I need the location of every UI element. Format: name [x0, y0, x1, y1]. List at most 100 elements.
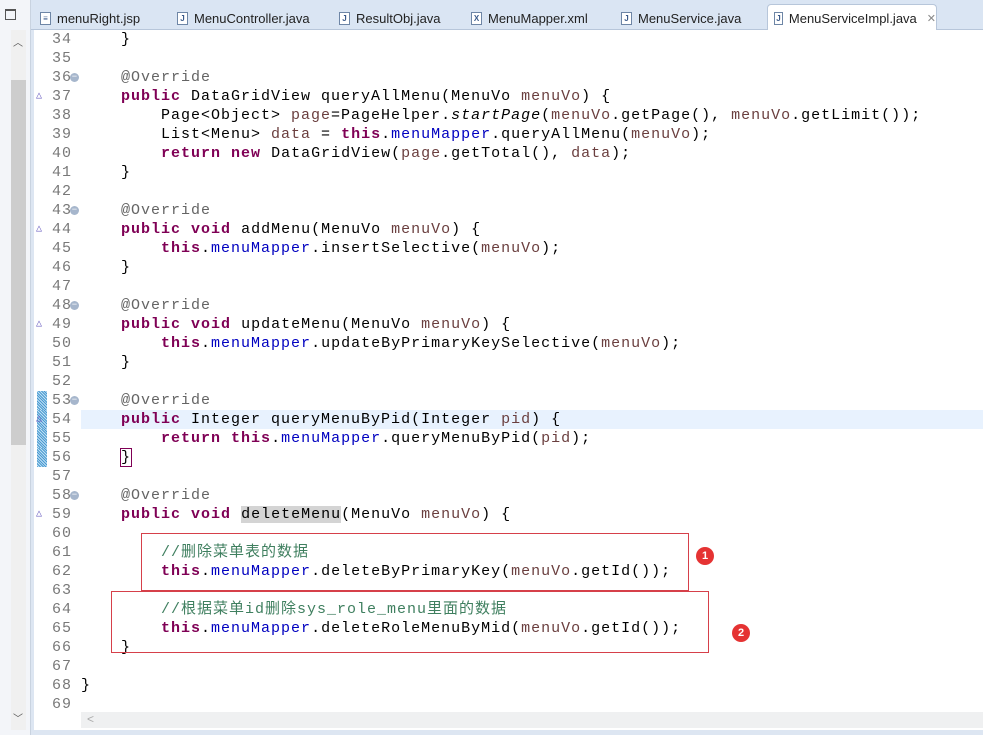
code-token: pid: [501, 411, 532, 428]
code-text: }: [81, 30, 983, 49]
scroll-left-icon[interactable]: <: [87, 712, 94, 726]
change-marker: [37, 448, 47, 467]
code-line[interactable]: 39 List<Menu> data = this.menuMapper.que…: [34, 125, 983, 144]
code-token: menuVo: [421, 316, 482, 333]
code-line[interactable]: 55 return this.menuMapper.queryMenuByPid…: [34, 429, 983, 448]
line-number: 45: [51, 240, 72, 257]
code-token: .: [201, 335, 212, 352]
code-text: return new DataGridView(page.getTotal(),…: [81, 144, 983, 163]
tab-menuservice-java[interactable]: J MenuService.java: [615, 6, 755, 30]
code-text: @Override: [81, 391, 983, 410]
code-token: public: [121, 316, 182, 333]
line-number: 58: [51, 487, 72, 504]
tab-menuright-jsp[interactable]: ≡ menuRight.jsp: [34, 6, 159, 30]
scroll-up-icon[interactable]: ︿: [13, 34, 23, 49]
fold-collapse-icon[interactable]: −: [70, 206, 79, 215]
code-line[interactable]: 38 Page<Object> page=PageHelper.startPag…: [34, 106, 983, 125]
code-token: data: [571, 145, 612, 162]
code-line[interactable]: 34 }: [34, 30, 983, 49]
scrollbar-thumb[interactable]: [11, 80, 26, 445]
code-line[interactable]: 41 }: [34, 163, 983, 182]
line-number: 59: [51, 506, 72, 523]
code-line[interactable]: △ 54 public Integer queryMenuByPid(Intege…: [34, 410, 983, 429]
code-token: this: [161, 240, 202, 257]
code-line[interactable]: 46 }: [34, 258, 983, 277]
code-line[interactable]: 35: [34, 49, 983, 68]
code-token: .insertSelective(: [311, 240, 482, 257]
code-token: void: [191, 221, 232, 238]
annotation-badge-1: 1: [696, 547, 714, 565]
code-line[interactable]: 50 this.menuMapper.updateByPrimaryKeySel…: [34, 334, 983, 353]
line-number: 43: [51, 202, 72, 219]
line-number: 37: [51, 88, 72, 105]
horizontal-scrollbar[interactable]: <: [81, 712, 983, 728]
code-line[interactable]: △ 49 public void updateMenu(MenuVo menuVo…: [34, 315, 983, 334]
code-line[interactable]: 45 this.menuMapper.insertSelective(menuV…: [34, 239, 983, 258]
close-tab-icon[interactable]: ✕: [927, 12, 936, 25]
code-line[interactable]: 40 return new DataGridView(page.getTotal…: [34, 144, 983, 163]
code-token: pid: [541, 430, 572, 447]
code-line[interactable]: 47: [34, 277, 983, 296]
tab-menuserviceimpl-java[interactable]: J MenuServiceImpl.java ✕: [767, 4, 937, 31]
code-token: =: [311, 126, 342, 143]
tab-menumapper-xml[interactable]: X MenuMapper.xml: [465, 6, 605, 30]
tab-resultobj-java[interactable]: J ResultObj.java: [333, 6, 453, 30]
code-token: DataGridView(: [261, 145, 402, 162]
line-number: 49: [51, 316, 72, 333]
code-line[interactable]: 36− @Override: [34, 68, 983, 87]
code-line[interactable]: 57: [34, 467, 983, 486]
tab-menucontroller-java[interactable]: J MenuController.java: [171, 6, 321, 30]
line-number: 66: [51, 639, 72, 656]
code-token: (MenuVo: [341, 506, 422, 523]
code-token: addMenu(MenuVo: [231, 221, 392, 238]
line-number: 54: [51, 411, 72, 428]
code-line[interactable]: 42: [34, 182, 983, 201]
scroll-down-icon[interactable]: ﹀: [13, 710, 23, 725]
fold-collapse-icon[interactable]: −: [70, 491, 79, 500]
annotation-box-1: [141, 533, 689, 591]
code-line[interactable]: △ 59 public void deleteMenu(MenuVo menuVo…: [34, 505, 983, 524]
fold-collapse-icon[interactable]: −: [70, 396, 79, 405]
code-line[interactable]: 48− @Override: [34, 296, 983, 315]
code-token: menuVo: [601, 335, 662, 352]
vertical-scrollbar[interactable]: ︿ ﹀: [11, 30, 26, 730]
code-token: .: [201, 240, 212, 257]
code-text: @Override: [81, 201, 983, 220]
code-line[interactable]: 68}: [34, 676, 983, 695]
tab-label: menuRight.jsp: [57, 10, 141, 26]
code-token: public: [121, 506, 182, 523]
fold-collapse-icon[interactable]: −: [70, 301, 79, 310]
code-token: }: [120, 448, 133, 467]
code-line[interactable]: 51 }: [34, 353, 983, 372]
change-marker: [37, 391, 47, 410]
code-line[interactable]: 53− @Override: [34, 391, 983, 410]
code-line[interactable]: △ 44 public void addMenu(MenuVo menuVo) {: [34, 220, 983, 239]
code-token: ) {: [581, 88, 612, 105]
code-line[interactable]: 43− @Override: [34, 201, 983, 220]
code-token: }: [81, 31, 132, 48]
line-number: 44: [51, 221, 72, 238]
code-token: menuMapper: [281, 430, 382, 447]
code-line[interactable]: △ 37 public DataGridView queryAllMenu(Men…: [34, 87, 983, 106]
code-token: return: [161, 145, 222, 162]
line-number: 38: [51, 107, 72, 124]
code-token: startPage: [451, 107, 542, 124]
code-token: Page<Object>: [81, 107, 292, 124]
code-text: Page<Object> page=PageHelper.startPage(m…: [81, 106, 983, 125]
code-token: void: [191, 316, 232, 333]
code-token: }: [81, 164, 132, 181]
code-text: public void updateMenu(MenuVo menuVo) {: [81, 315, 983, 334]
restore-icon[interactable]: [5, 9, 16, 20]
code-line[interactable]: 58− @Override: [34, 486, 983, 505]
java-file-icon: J: [339, 11, 350, 25]
code-token: );: [661, 335, 682, 352]
code-line[interactable]: 52: [34, 372, 983, 391]
code-line[interactable]: 56 }: [34, 448, 983, 467]
java-file-icon: J: [621, 11, 632, 25]
fold-collapse-icon[interactable]: −: [70, 73, 79, 82]
code-line[interactable]: 67: [34, 657, 983, 676]
